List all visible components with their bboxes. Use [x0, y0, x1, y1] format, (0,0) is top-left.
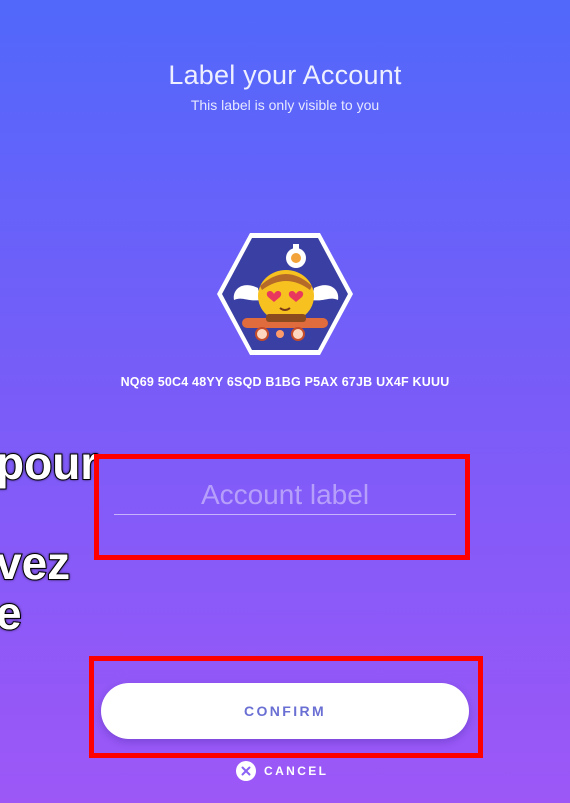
- page-title: Label your Account: [168, 60, 402, 90]
- page-subtitle: This label is only visible to you: [190, 97, 380, 113]
- cancel-button[interactable]: CANCEL: [236, 760, 328, 782]
- cancel-label: CANCEL: [264, 764, 329, 778]
- account-label-input[interactable]: [114, 476, 456, 515]
- confirm-button[interactable]: CONFIRM: [101, 683, 469, 739]
- close-icon: [236, 761, 256, 781]
- robot-identicon-icon: [214, 230, 356, 358]
- overlay-text-1: pour: [0, 437, 99, 489]
- account-address: NQ69 50C4 48YY 6SQD B1BG P5AX 67JB UX4F …: [120, 375, 450, 389]
- overlay-text-2: vez: [0, 537, 71, 589]
- overlay-text-3: e: [0, 587, 23, 639]
